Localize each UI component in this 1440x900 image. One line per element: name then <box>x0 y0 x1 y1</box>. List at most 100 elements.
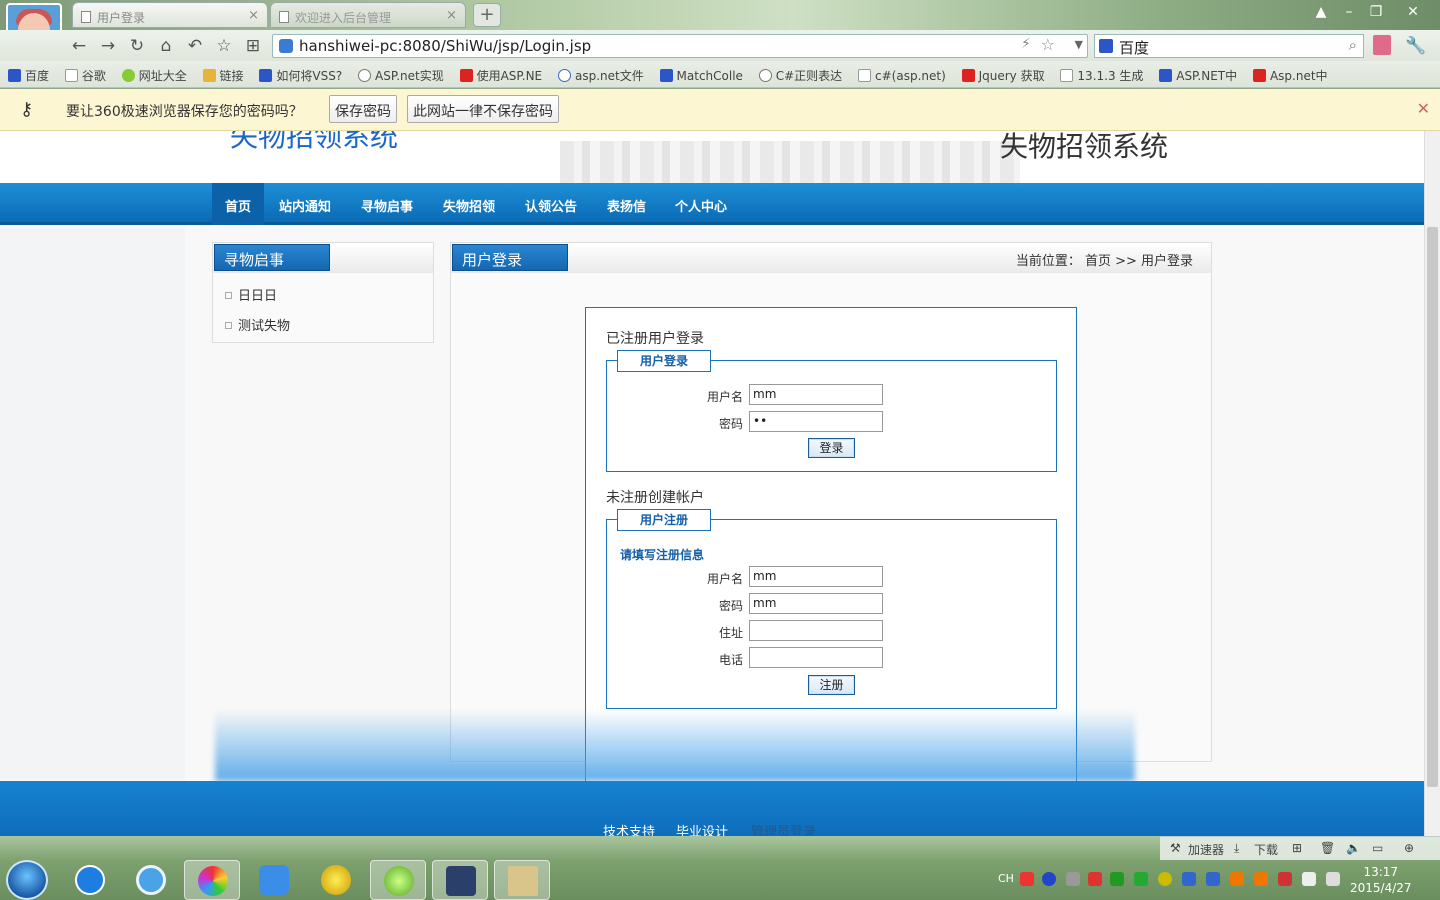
apps-grid-icon[interactable]: ⊞ <box>242 35 264 57</box>
trash-icon[interactable]: 🗑 <box>1320 841 1335 855</box>
input-language[interactable]: CH <box>998 872 1014 885</box>
taskbar-app-tool[interactable] <box>494 860 550 900</box>
register-phone-input[interactable] <box>749 647 883 668</box>
bookmark-item[interactable]: ASP.NET中 <box>1159 67 1237 84</box>
bookmark-item[interactable]: 链接 <box>202 67 244 84</box>
bookmark-item[interactable]: 谷歌 <box>64 67 106 84</box>
accelerator-label[interactable]: 加速器 <box>1188 841 1224 858</box>
close-icon[interactable]: × <box>248 8 259 23</box>
login-username-input[interactable]: mm <box>749 384 883 405</box>
login-button[interactable]: 登录 <box>808 438 855 458</box>
sogou-icon[interactable] <box>1020 872 1034 886</box>
tab-login[interactable]: 用户登录 × <box>72 2 268 28</box>
network-icon[interactable] <box>1066 872 1080 886</box>
app-icon[interactable] <box>1088 872 1102 886</box>
bookmark-item[interactable]: 百度 <box>8 67 49 84</box>
footer-link-support[interactable]: 技术支持 <box>603 821 655 836</box>
bookmark-item[interactable]: Jquery 获取 <box>961 67 1045 84</box>
bookmark-item[interactable]: 如何将VSS? <box>259 67 342 84</box>
taskbar-app-360[interactable] <box>184 860 240 900</box>
bookmark-item[interactable]: ASP.net实现 <box>358 67 444 84</box>
scrollbar-thumb[interactable] <box>1427 227 1438 787</box>
zoom-icon[interactable]: ⊕ <box>1404 841 1414 855</box>
app-icon[interactable] <box>1110 872 1124 886</box>
register-username-input[interactable]: mm <box>749 566 883 587</box>
bookmark-item[interactable]: 网址大全 <box>121 67 187 84</box>
taskbar-app-green[interactable] <box>370 860 426 900</box>
search-icon[interactable]: ⌕ <box>1349 36 1357 54</box>
volume-icon[interactable]: 🔈 <box>1346 841 1361 855</box>
accelerator-icon[interactable]: ⚒ <box>1170 841 1181 855</box>
download-icon[interactable]: ⤓ <box>1234 841 1239 856</box>
screen-icon[interactable]: ▭ <box>1372 841 1383 855</box>
bookmark-item[interactable]: MatchColle <box>659 69 743 83</box>
taskbar-app-feige[interactable] <box>246 860 302 900</box>
nav-profile[interactable]: 个人中心 <box>675 196 727 215</box>
favorite-star-icon[interactable]: ☆ <box>213 35 235 57</box>
forward-icon[interactable]: → <box>97 35 119 57</box>
sidebar-item[interactable]: 日日日 <box>225 285 277 304</box>
help-icon[interactable] <box>1042 872 1056 886</box>
undo-close-icon[interactable]: ↶ <box>184 35 206 57</box>
save-password-button[interactable]: 保存密码 <box>329 95 397 123</box>
bookmark-item[interactable]: c#(asp.net) <box>858 69 946 83</box>
nav-thanks-letters[interactable]: 表扬信 <box>607 196 646 215</box>
minimize-icon[interactable]: – <box>1338 2 1360 22</box>
sidebar-item[interactable]: 测试失物 <box>225 315 290 334</box>
address-bar[interactable]: hanshiwei-pc:8080/ShiWu/jsp/Login.jsp ⚡ … <box>272 34 1088 58</box>
home-icon[interactable]: ⌂ <box>155 35 177 57</box>
qq-icon[interactable] <box>1230 872 1244 886</box>
close-window-icon[interactable]: ✕ <box>1402 2 1424 22</box>
bookmark-item[interactable]: Asp.net中 <box>1252 67 1328 84</box>
download-label[interactable]: 下载 <box>1254 841 1278 858</box>
tab-admin[interactable]: 欢迎进入后台管理 × <box>270 2 466 28</box>
reload-icon[interactable]: ↻ <box>126 35 148 57</box>
close-icon[interactable]: ✕ <box>1417 99 1430 118</box>
tools-wrench-icon[interactable]: 🔧 <box>1405 35 1427 57</box>
start-button[interactable] <box>6 860 48 900</box>
bookmark-star-icon[interactable]: ☆ <box>1041 35 1055 54</box>
never-save-button[interactable]: 此网站一律不保存密码 <box>407 95 559 123</box>
nav-home[interactable]: 首页 <box>225 196 251 215</box>
nav-notices[interactable]: 站内通知 <box>279 196 331 215</box>
taskbar-app-browser[interactable] <box>123 860 179 900</box>
vertical-scrollbar[interactable] <box>1424 131 1440 836</box>
search-box[interactable]: 百度 ⌕ <box>1094 34 1364 58</box>
bookmark-item[interactable]: 13.1.3 生成 <box>1060 67 1143 84</box>
login-password-input[interactable]: •• <box>749 411 883 432</box>
nav-lost-notices[interactable]: 寻物启事 <box>361 196 413 215</box>
nav-claim-notices[interactable]: 认领公告 <box>525 196 577 215</box>
register-address-input[interactable] <box>749 620 883 641</box>
footer-link-graduation[interactable]: 毕业设计 <box>676 821 728 836</box>
register-button[interactable]: 注册 <box>808 675 855 695</box>
flag-icon[interactable] <box>1278 872 1292 886</box>
csdn-icon <box>961 69 975 82</box>
shield-icon[interactable] <box>1134 872 1148 886</box>
volume-icon[interactable] <box>1326 872 1340 886</box>
window-icon[interactable]: ⊞ <box>1292 841 1302 855</box>
skin-icon[interactable]: ▲ <box>1310 2 1332 22</box>
taskbar-app-media[interactable] <box>308 860 364 900</box>
security-icon[interactable] <box>1206 872 1220 886</box>
speed-mode-icon[interactable]: ⚡ <box>1021 36 1031 52</box>
monitor-icon[interactable] <box>1302 872 1316 886</box>
qq-icon[interactable] <box>1254 872 1268 886</box>
360-icon[interactable] <box>1158 872 1172 886</box>
dropdown-arrow-icon[interactable]: ▼ <box>1075 38 1083 51</box>
taskbar-app-kugou[interactable] <box>62 860 118 900</box>
new-tab-button[interactable]: + <box>473 3 501 27</box>
bookmark-item[interactable]: asp.net文件 <box>557 67 644 84</box>
bookmark-item[interactable]: 使用ASP.NE <box>459 67 542 84</box>
ticket-icon[interactable] <box>1373 35 1391 55</box>
close-icon[interactable]: × <box>446 8 457 23</box>
back-icon[interactable]: ← <box>68 35 90 57</box>
clock[interactable]: 13:17 2015/4/27 <box>1350 864 1412 896</box>
bookmarks-bar: 百度 谷歌 网址大全 链接 如何将VSS? ASP.net实现 使用ASP.NE… <box>0 61 1440 88</box>
register-password-input[interactable]: mm <box>749 593 883 614</box>
footer-link-admin-login[interactable]: 管理员登录 <box>751 821 816 836</box>
taskbar-app-myeclipse[interactable] <box>432 860 488 900</box>
app-icon[interactable] <box>1182 872 1196 886</box>
bookmark-item[interactable]: C#正则表达 <box>758 67 842 84</box>
nav-found-items[interactable]: 失物招领 <box>443 196 495 215</box>
maximize-icon[interactable]: ❐ <box>1365 2 1387 22</box>
